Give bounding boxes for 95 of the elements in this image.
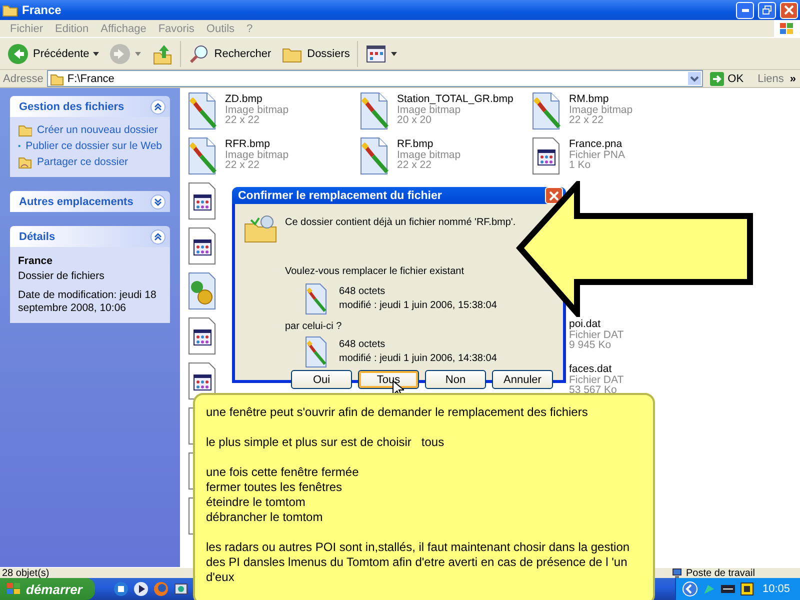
close-button[interactable] <box>545 187 563 204</box>
folder-icon <box>18 123 32 137</box>
file-size: 1 Ko <box>569 160 592 170</box>
file-size: 22 x 22 <box>225 115 260 126</box>
panel-header[interactable]: Gestion des fichiers <box>10 96 170 117</box>
file-size: 9 945 Ko <box>569 340 612 350</box>
file-type: Fichier DAT <box>569 374 624 385</box>
file-type: Image bitmap <box>397 150 461 160</box>
file-size: 53 567 Ko <box>569 385 618 396</box>
file-type: Fichier DAT <box>569 330 624 340</box>
file-name[interactable]: Station_TOTAL_GR.bmp <box>397 94 514 104</box>
status-location: Poste de travail <box>686 568 755 578</box>
caret-icon <box>93 52 100 56</box>
file-size: 20 x 20 <box>397 115 432 126</box>
address-label: Adresse <box>3 72 44 84</box>
file-name[interactable]: RM.bmp <box>569 94 633 104</box>
file-size: 22 x 22 <box>225 160 260 170</box>
panel-header[interactable]: Détails <box>10 226 170 247</box>
caret-icon <box>390 52 397 56</box>
file-type: Image bitmap <box>569 104 633 115</box>
start-button[interactable]: démarrer <box>0 578 95 600</box>
task-link[interactable]: Créer un nouveau dossier <box>18 123 162 137</box>
note-text: une fenêtre peut s'ouvrir afin de demander le remplacement des fichiers <box>206 405 589 420</box>
minimize-button[interactable] <box>736 2 754 18</box>
task-link[interactable]: Partager ce dossier <box>18 155 162 169</box>
file-size: 22 x 22 <box>397 160 432 170</box>
note-text: débrancher le tomtom <box>206 510 324 525</box>
file-type: Image bitmap <box>225 104 289 115</box>
app-icon[interactable] <box>740 582 754 596</box>
file-type: Image bitmap <box>397 104 461 115</box>
file-size: 648 octets <box>339 285 386 299</box>
dropdown-button[interactable] <box>686 71 702 86</box>
computer-icon <box>672 568 682 578</box>
desktop-icon[interactable] <box>113 581 129 597</box>
shared-folder-icon <box>18 155 32 169</box>
address-field[interactable]: F:\France <box>47 70 703 87</box>
folders-button[interactable]: Dossiers <box>278 40 353 66</box>
links-label[interactable]: Liens <box>756 72 786 84</box>
dialog-button[interactable]: Oui <box>291 370 352 389</box>
detail-type: Dossier de fichiers <box>18 270 106 283</box>
windows-logo-icon <box>6 582 22 596</box>
close-icon <box>549 190 559 200</box>
chevron-icon[interactable] <box>682 581 698 597</box>
dialog-button[interactable]: Tous <box>358 370 419 389</box>
mail-icon[interactable] <box>173 581 189 597</box>
detail-date: Date de modification: jeudi 18 septembre 2008, 10:06 <box>18 289 158 315</box>
search-button[interactable]: Rechercher <box>185 40 274 66</box>
dialog-button[interactable]: Annuler <box>492 370 553 389</box>
file-type: Fichier PNA <box>569 150 626 160</box>
file-size: 22 x 22 <box>569 115 604 126</box>
file-date: modifié : jeudi 1 juin 2006, 15:38:04 <box>339 299 497 313</box>
more-links-button[interactable]: » <box>790 72 800 84</box>
note-text: le plus simple et plus sur est de choisir tous <box>206 435 446 450</box>
file-name[interactable]: RFR.bmp <box>225 139 289 150</box>
paintbrush-file-icon <box>303 283 329 315</box>
note-text: fermer toutes les fenêtres <box>206 480 344 495</box>
minimize-icon <box>742 8 748 12</box>
folder-up-icon <box>151 42 174 64</box>
collapse-chevron-icon[interactable] <box>150 98 166 114</box>
close-icon <box>784 5 794 15</box>
window-title: France <box>22 3 62 17</box>
device-icon[interactable] <box>720 582 736 596</box>
note-text: les radars ou autres POI sont in,stallés, il faut maintenant chosir dans la gestion des PI dansles lmenus du Tomtom afin d'etre averti en cas de présence de l 'un d'eux <box>206 540 631 585</box>
media-player-icon[interactable] <box>133 581 149 597</box>
paintbrush-file-icon <box>303 336 329 368</box>
restore-button[interactable] <box>758 2 776 18</box>
clock: 10:05 <box>762 583 791 595</box>
task-link[interactable]: Publier ce dossier sur le Web <box>18 139 162 153</box>
file-name[interactable]: ZD.bmp <box>225 94 289 104</box>
note-text: une fois cette fenêtre fermée <box>206 465 360 480</box>
dialog-question: Voulez-vous remplacer le fichier existant <box>285 266 465 277</box>
views-icon <box>364 42 387 64</box>
file-size: 648 octets <box>339 338 386 352</box>
dialog-title: Confirmer le remplacement du fichier <box>238 190 443 202</box>
dialog-button[interactable]: Non <box>425 370 486 389</box>
file-name[interactable]: poi.dat <box>569 319 624 330</box>
note-text: éteindre le tomtom <box>206 495 306 510</box>
file-date: modifié : jeudi 1 juin 2006, 14:38:04 <box>339 352 497 366</box>
file-name[interactable]: faces.dat <box>569 364 624 374</box>
caret-icon <box>135 52 142 56</box>
dialog-message: Ce dossier contient déjà un fichier nommé 'RF.bmp'. <box>285 216 516 228</box>
detail-name: France <box>18 255 54 268</box>
file-type: Image bitmap <box>225 150 289 160</box>
dialog-prompt: par celui-ci ? <box>285 321 343 332</box>
panel-header[interactable]: Autres emplacements <box>10 191 170 212</box>
restore-icon <box>762 5 772 15</box>
collapse-chevron-icon[interactable] <box>150 228 166 244</box>
search-icon <box>188 42 210 64</box>
file-name[interactable]: RF.bmp <box>397 139 461 150</box>
expand-chevron-icon[interactable] <box>150 194 166 210</box>
folder-icon <box>243 214 279 244</box>
status-count: 28 objet(s) <box>1 568 50 578</box>
file-name[interactable]: France.pna <box>569 139 626 150</box>
back-button[interactable]: Précédente <box>4 40 102 66</box>
go-button[interactable]: OK <box>706 70 752 86</box>
